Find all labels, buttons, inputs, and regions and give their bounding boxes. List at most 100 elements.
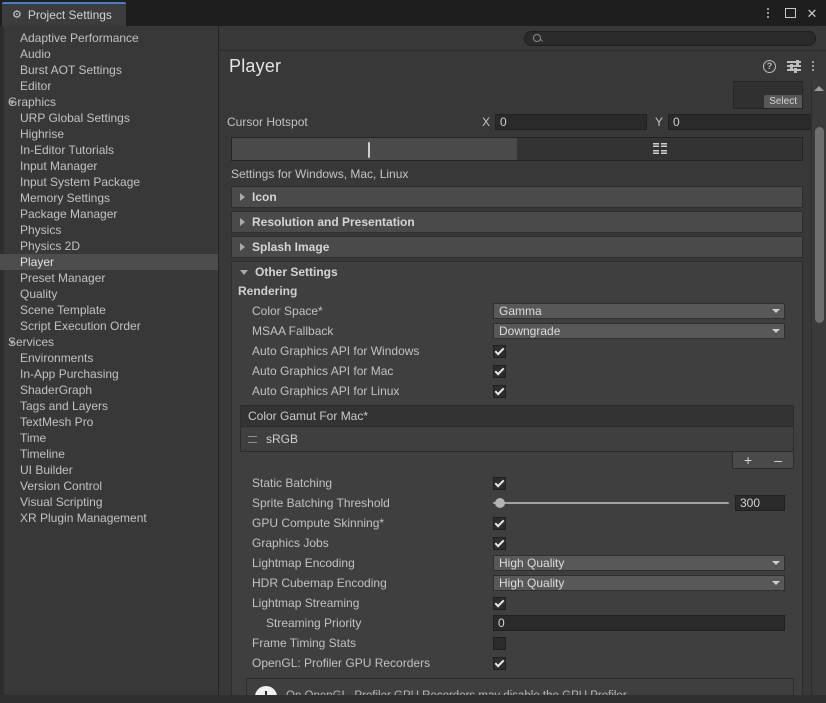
color-gamut-footer: + – xyxy=(240,452,794,469)
sidebar-item-xr-plugin-management[interactable]: XR Plugin Management xyxy=(0,510,218,526)
tab-project-settings[interactable]: ⚙ Project Settings xyxy=(2,2,126,26)
color-gamut-add-remove: + – xyxy=(732,452,794,469)
close-icon: ✕ xyxy=(806,5,818,21)
checkbox-static-batching[interactable] xyxy=(493,476,506,490)
sidebar-item-in-app-purchasing[interactable]: In-App Purchasing xyxy=(0,366,218,382)
sidebar-item-label: Input Manager xyxy=(20,159,98,173)
group-resolution-and-presentation[interactable]: Resolution and Presentation xyxy=(231,211,803,233)
vertical-scrollbar[interactable] xyxy=(811,81,826,695)
dropdown-msaa-fallback[interactable]: Downgrade xyxy=(493,323,785,339)
cursor-hotspot-y-input[interactable] xyxy=(668,114,811,130)
other-settings-header[interactable]: Other Settings xyxy=(232,262,802,282)
sidebar-item-script-execution-order[interactable]: Script Execution Order xyxy=(0,318,218,334)
color-gamut-listbox: Color Gamut For Mac* sRGB xyxy=(240,405,794,452)
checkbox-graphics-jobs[interactable] xyxy=(493,536,506,550)
row-hdr-cubemap-encoding: HDR Cubemap Encoding High Quality xyxy=(232,573,802,593)
row-auto-graphics-api-for-windows: Auto Graphics API for Windows xyxy=(232,341,802,361)
sidebar-item-services[interactable]: ▼ Services xyxy=(0,334,218,350)
window-menu-button[interactable] xyxy=(758,2,778,24)
sidebar-item-physics[interactable]: Physics xyxy=(0,222,218,238)
search-box[interactable] xyxy=(524,30,816,46)
sidebar-item-label: UI Builder xyxy=(20,463,73,477)
label-color-space: Color Space* xyxy=(252,304,323,318)
desktop-monitor-icon xyxy=(368,142,381,158)
sidebar-list[interactable]: Adaptive Performance Audio Burst AOT Setti… xyxy=(0,26,218,695)
input-sprite-batching-threshold[interactable] xyxy=(735,495,785,511)
sidebar-item-preset-manager[interactable]: Preset Manager xyxy=(0,270,218,286)
label-hdr-cubemap-encoding: HDR Cubemap Encoding xyxy=(252,576,387,590)
sidebar-item-highrise[interactable]: Highrise xyxy=(0,126,218,142)
sidebar-item-burst-aot-settings[interactable]: Burst AOT Settings xyxy=(0,62,218,78)
help-icon[interactable]: ? xyxy=(763,59,776,73)
scrollbar-thumb[interactable] xyxy=(814,127,824,323)
checkbox-gpu-compute-skinning[interactable] xyxy=(493,516,506,530)
group-label: Splash Image xyxy=(252,240,330,254)
sidebar-item-memory-settings[interactable]: Memory Settings xyxy=(0,190,218,206)
sidebar-item-textmesh-pro[interactable]: TextMesh Pro xyxy=(0,414,218,430)
select-button[interactable]: Select xyxy=(764,95,802,108)
scroll-up-arrow-icon[interactable] xyxy=(814,86,824,91)
list-item[interactable]: sRGB xyxy=(241,427,793,451)
preset-settings-icon[interactable] xyxy=(787,59,801,73)
sidebar-item-editor[interactable]: Editor xyxy=(0,78,218,94)
sidebar-item-tags-and-layers[interactable]: Tags and Layers xyxy=(0,398,218,414)
cursor-hotspot-x-input[interactable] xyxy=(495,114,648,130)
page-title: Player xyxy=(229,55,282,76)
checkbox-auto-graphics-api-for-windows[interactable] xyxy=(493,344,506,358)
window-maximize-button[interactable] xyxy=(780,2,800,24)
sidebar-item-input-system-package[interactable]: Input System Package xyxy=(0,174,218,190)
sidebar-item-in-editor-tutorials[interactable]: In-Editor Tutorials xyxy=(0,142,218,158)
sidebar-item-physics-2d[interactable]: Physics 2D xyxy=(0,238,218,254)
chevron-right-icon xyxy=(240,193,245,201)
dropdown-color-space[interactable]: Gamma xyxy=(493,303,785,319)
sidebar-item-player[interactable]: Player xyxy=(0,254,218,270)
settings-sidebar: Adaptive Performance Audio Burst AOT Setti… xyxy=(0,26,219,695)
sidebar-item-label: ShaderGraph xyxy=(20,383,93,397)
row-auto-graphics-api-for-mac: Auto Graphics API for Mac xyxy=(232,361,802,381)
panel-menu-icon[interactable] xyxy=(812,61,814,71)
sidebar-item-version-control[interactable]: Version Control xyxy=(0,478,218,494)
sidebar-item-ui-builder[interactable]: UI Builder xyxy=(0,462,218,478)
sidebar-item-visual-scripting[interactable]: Visual Scripting xyxy=(0,494,218,510)
row-opengl-profiler-gpu-recorders: OpenGL: Profiler GPU Recorders xyxy=(232,653,802,673)
sidebar-item-graphics[interactable]: ▼ Graphics xyxy=(0,94,218,110)
checkbox-auto-graphics-api-for-mac[interactable] xyxy=(493,364,506,378)
checkbox-opengl-profiler-gpu-recorders[interactable] xyxy=(493,656,506,670)
sidebar-item-audio[interactable]: Audio xyxy=(0,46,218,62)
sidebar-item-input-manager[interactable]: Input Manager xyxy=(0,158,218,174)
remove-icon[interactable]: – xyxy=(774,453,782,467)
sidebar-item-environments[interactable]: Environments xyxy=(0,350,218,366)
checkbox-lightmap-streaming[interactable] xyxy=(493,596,506,610)
sidebar-item-scene-template[interactable]: Scene Template xyxy=(0,302,218,318)
sidebar-item-label: Burst AOT Settings xyxy=(20,63,122,77)
search-input[interactable] xyxy=(546,32,807,44)
chevron-down-icon xyxy=(772,329,780,333)
sidebar-item-timeline[interactable]: Timeline xyxy=(0,446,218,462)
sidebar-item-urp-global-settings[interactable]: URP Global Settings xyxy=(0,110,218,126)
group-label: Icon xyxy=(252,190,277,204)
color-gamut-items: sRGB xyxy=(241,427,793,451)
group-splash-image[interactable]: Splash Image xyxy=(231,236,803,258)
dropdown-lightmap-encoding[interactable]: High Quality xyxy=(493,555,785,571)
tab-standalone-platform[interactable] xyxy=(232,138,517,160)
window-close-button[interactable]: ✕ xyxy=(802,2,822,24)
chevron-down-icon[interactable]: ▼ xyxy=(6,98,18,107)
slider-sprite-batching-threshold[interactable] xyxy=(493,497,729,510)
input-streaming-priority[interactable] xyxy=(493,615,785,631)
add-icon[interactable]: + xyxy=(744,453,752,467)
checkbox-auto-graphics-api-for-linux[interactable] xyxy=(493,384,506,398)
group-icon[interactable]: Icon xyxy=(231,186,803,208)
sidebar-item-package-manager[interactable]: Package Manager xyxy=(0,206,218,222)
tab-dedicated-server-platform[interactable] xyxy=(517,138,802,160)
chevron-down-icon[interactable]: ▼ xyxy=(6,338,18,347)
sidebar-item-shadergraph[interactable]: ShaderGraph xyxy=(0,382,218,398)
drag-handle-icon[interactable] xyxy=(248,435,257,443)
object-preview-field[interactable]: Select xyxy=(733,81,803,109)
slider-knob[interactable] xyxy=(495,498,505,508)
sidebar-item-quality[interactable]: Quality xyxy=(0,286,218,302)
sidebar-item-adaptive-performance[interactable]: Adaptive Performance xyxy=(0,30,218,46)
sidebar-item-time[interactable]: Time xyxy=(0,430,218,446)
dropdown-hdr-cubemap-encoding[interactable]: High Quality xyxy=(493,575,785,591)
checkbox-frame-timing-stats[interactable] xyxy=(493,636,506,650)
row-graphics-jobs: Graphics Jobs xyxy=(232,533,802,553)
